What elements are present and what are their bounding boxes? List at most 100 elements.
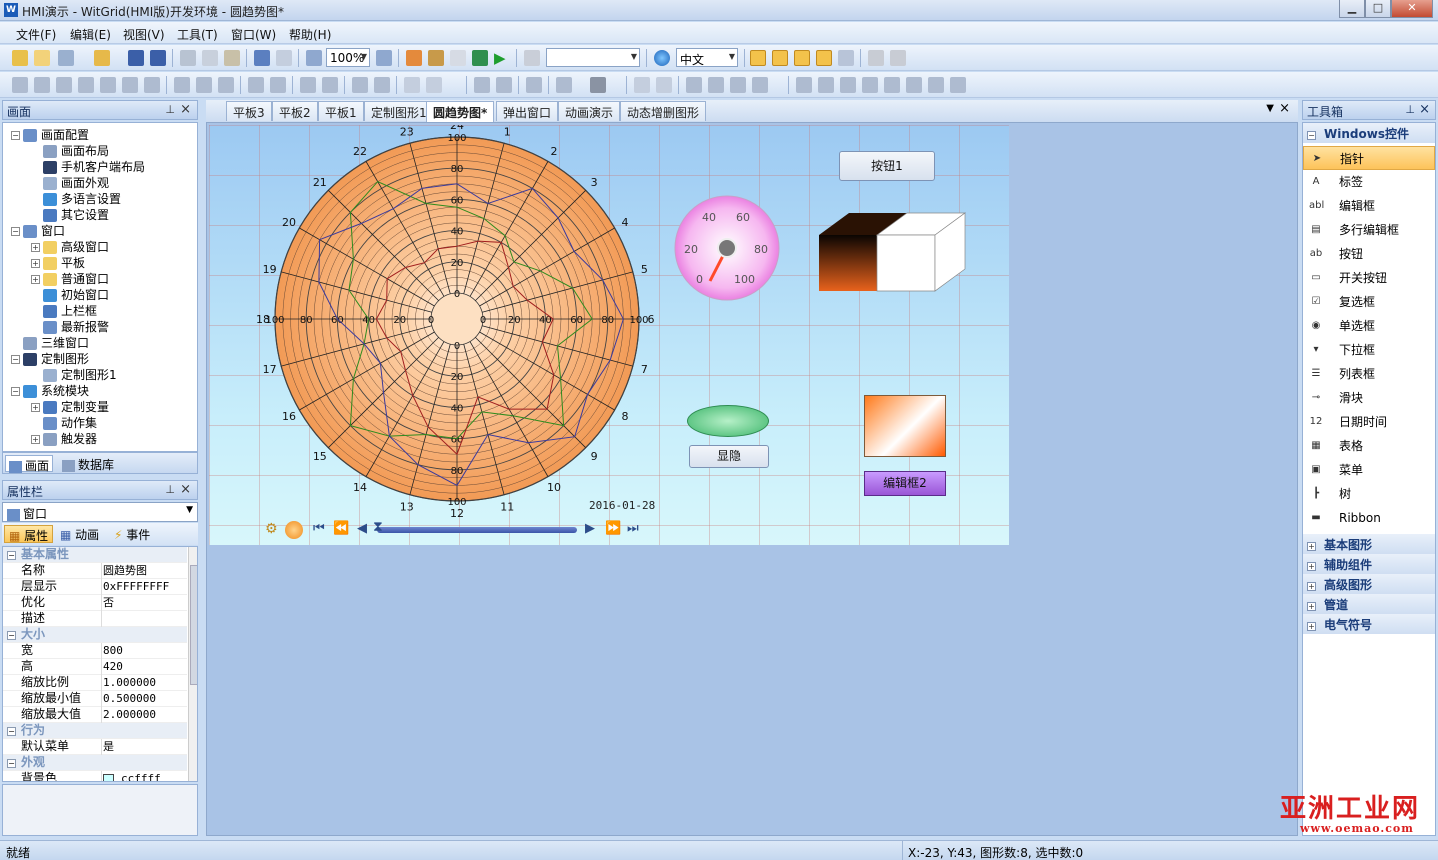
property-value[interactable]: 是 [103,739,114,754]
collapse-icon[interactable]: − [7,631,16,640]
tree-node[interactable]: 定制图形1 [31,367,117,383]
copy-icon[interactable] [202,50,218,66]
pipe-bend-icon[interactable] [906,77,922,93]
space-v-icon[interactable] [322,77,338,93]
save-icon[interactable] [128,50,144,66]
window-icon[interactable] [838,50,854,66]
tree-node[interactable]: − 定制图形 [11,351,89,367]
tab-document[interactable]: 定制图形1 [364,101,434,121]
new-page-icon[interactable] [34,50,50,66]
collapse-icon[interactable]: − [7,551,16,560]
lock-icon[interactable] [868,50,884,66]
menu-help[interactable]: 帮助(H) [289,26,331,43]
property-value[interactable]: 800 [103,643,123,658]
shape-icon[interactable] [590,77,606,93]
expand-icon[interactable]: + [1307,602,1316,611]
pipe-end-icon[interactable] [950,77,966,93]
toolbox-item[interactable]: ⊸ 滑块 [1303,386,1435,410]
table-grid-icon[interactable] [556,77,572,93]
toolbox-group[interactable]: + 管道 [1303,594,1435,614]
property-row[interactable]: 宽 800 [3,643,187,659]
tree-node[interactable]: 三维窗口 [11,335,89,351]
align-bottom-icon[interactable] [78,77,94,93]
tab-animation[interactable]: ▦ 动画 [56,525,103,543]
toolbox-item[interactable]: ┣ 树 [1303,482,1435,506]
last-icon[interactable]: ⏭ [627,521,639,536]
3d-icon[interactable] [526,77,542,93]
run-icon[interactable]: ▶ [494,50,510,66]
pin-icon[interactable]: ⊥ [1405,103,1415,116]
toolbox-group[interactable]: + 电气符号 [1303,614,1435,634]
tree-node[interactable]: + 普通窗口 [31,271,109,287]
script-icon[interactable] [428,50,444,66]
pin-icon[interactable]: ⊥ [165,103,175,116]
tab-document[interactable]: 平板3 [226,101,272,121]
tab-events[interactable]: ⚡ 事件 [110,525,154,543]
toggle-visibility-button[interactable]: 显隐 [689,445,769,468]
indicator-ellipse[interactable] [687,405,769,437]
maximize-button[interactable]: □ [1365,0,1391,18]
node-add-icon[interactable] [708,77,724,93]
cut-icon[interactable] [180,50,196,66]
page-icon[interactable] [450,50,466,66]
edit-box-2[interactable]: 编辑框2 [864,471,946,496]
tree-node[interactable]: 上栏框 [31,303,97,319]
first-icon[interactable]: ⏮ [313,521,325,536]
zoom-combo[interactable]: 100% ▼ [326,48,370,67]
toolbox-item[interactable]: A 标签 [1303,170,1435,194]
toolbox-group[interactable]: + 高级图形 [1303,574,1435,594]
playback-slider[interactable] [377,527,577,533]
pin-icon[interactable]: ⊥ [165,483,175,496]
property-value[interactable]: 0.500000 [103,691,156,706]
node-icon[interactable] [686,77,702,93]
tree-node[interactable]: + 触发器 [31,431,97,447]
center-both-icon[interactable] [144,77,160,93]
select-icon[interactable] [474,77,490,93]
pan-icon[interactable] [496,77,512,93]
toolbox-item[interactable]: ab 按钮 [1303,242,1435,266]
tree-node[interactable]: 画面外观 [31,175,109,191]
align-center-icon[interactable] [100,77,116,93]
same-size-icon[interactable] [218,77,234,93]
close-button[interactable]: ✕ [1391,0,1433,18]
tab-properties[interactable]: ▦ 属性 [4,525,54,543]
toolbox-item[interactable]: ☑ 复选框 [1303,290,1435,314]
design-canvas[interactable]: 24 1 2 3 4 5 6 7 8 9 10 11 12 13 14 15 16 17 18 19 20 21 22 23 1… [209,125,1009,545]
button-1[interactable]: 按钮1 [839,151,935,181]
pipe-icon[interactable] [840,77,856,93]
home-icon[interactable] [406,50,422,66]
object-combo[interactable]: ▼ [546,48,640,67]
toolbox-item[interactable]: ▾ 下拉框 [1303,338,1435,362]
design-mode-icon[interactable] [750,50,766,66]
property-value[interactable]: 否 [103,595,114,610]
rewind-icon[interactable]: ⏪ [333,521,349,536]
align-right-icon[interactable] [34,77,50,93]
rotate-icon[interactable] [634,77,650,93]
node-edit-icon[interactable] [752,77,768,93]
property-row[interactable]: 默认菜单 是 [3,739,187,755]
group-icon[interactable] [352,77,368,93]
toolbox-item[interactable]: ▣ 菜单 [1303,458,1435,482]
ungroup-icon[interactable] [374,77,390,93]
grid-view-icon[interactable] [818,77,834,93]
expand-icon[interactable]: + [1307,542,1316,551]
property-value[interactable]: 2.000000 [103,707,156,722]
zoom-in-icon[interactable] [376,50,392,66]
toolbox-item[interactable]: ➤ 指针 [1303,146,1435,170]
tree-node[interactable]: + 高级窗口 [31,239,109,255]
flip-h-icon[interactable] [404,77,420,93]
collapse-icon[interactable]: − [7,759,16,768]
tree-node[interactable]: 最新报警 [31,319,109,335]
expand-icon[interactable]: − [11,355,20,364]
step-forward-icon[interactable]: ▶ [585,521,595,536]
property-row[interactable]: 缩放最小值 0.500000 [3,691,187,707]
object-selector[interactable]: 窗口 ▼ [2,502,198,522]
pipe-join-icon[interactable] [928,77,944,93]
slider-thumb-icon[interactable]: ⧗ [373,519,383,535]
tab-document[interactable]: 平板2 [272,101,318,121]
tab-document[interactable]: 平板1 [318,101,364,121]
toolbox-group[interactable]: + 基本图形 [1303,534,1435,554]
expand-icon[interactable]: − [11,131,20,140]
toolbox-item[interactable]: ▬ Ribbon [1303,506,1435,530]
align-top-icon[interactable] [56,77,72,93]
